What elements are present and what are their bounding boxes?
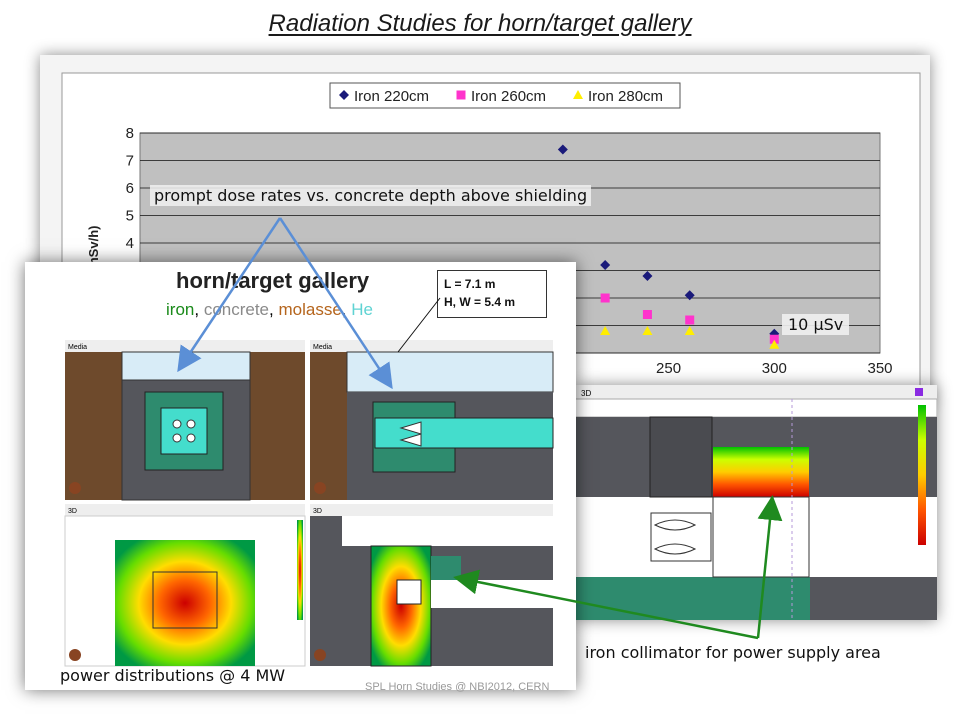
legend-entry: Iron 220cm: [354, 88, 429, 105]
gallery-panel: Media Media 3D 3D: [25, 262, 576, 690]
svg-text:Media: Media: [68, 344, 87, 351]
viewport-top-right: Media: [310, 340, 554, 500]
legend-entry: Iron 260cm: [471, 88, 546, 105]
color-scale: [918, 405, 926, 545]
svg-text:Media: Media: [313, 344, 332, 351]
material-iron: iron: [166, 300, 195, 319]
data-point: [685, 315, 695, 325]
y-tick-label: 6: [126, 180, 134, 197]
dose-rate-annotation: prompt dose rates vs. concrete depth abo…: [150, 185, 592, 206]
material-helium: He: [351, 300, 373, 319]
dimension-length: L = 7.1 m: [444, 277, 496, 291]
legend-entry: Iron 280cm: [588, 88, 663, 105]
y-tick-label: 5: [126, 208, 134, 225]
slide-title: Radiation Studies for horn/target galler…: [268, 10, 692, 37]
data-point: [600, 293, 610, 303]
collimator-heat-region: [713, 447, 809, 497]
y-tick-label: 8: [126, 125, 134, 142]
power-annotation: power distributions @ 4 MW: [60, 666, 286, 685]
gallery-title: horn/target gallery: [176, 268, 370, 293]
material-molasse: molasse: [278, 300, 342, 319]
usv-level-label: 10 µSv: [782, 314, 850, 335]
svg-text:3D: 3D: [68, 508, 77, 515]
viewport-top-left: Media: [65, 340, 305, 501]
dimension-height-width: H, W = 5.4 m: [444, 295, 516, 309]
svg-text:3D: 3D: [313, 508, 322, 515]
x-tick-label: 300: [762, 360, 787, 377]
viewport-tag: 3D: [581, 389, 591, 398]
y-tick-label: 7: [126, 153, 134, 170]
legend-marker: [456, 90, 466, 100]
collimator-view: 3D: [574, 385, 938, 620]
x-tick-label: 350: [867, 360, 892, 377]
viewport-bottom-left: 3D: [64, 504, 306, 667]
data-point: [642, 310, 652, 319]
dimensions-box: L = 7.1 m H, W = 5.4 m: [437, 270, 547, 318]
y-tick-label: 4: [126, 235, 134, 252]
collimator-annotation: iron collimator for power supply area: [585, 643, 881, 662]
x-tick-label: 250: [656, 360, 681, 377]
gallery-views: Media Media 3D 3D: [64, 340, 554, 667]
materials-legend: iron, concrete, molasse, He: [166, 300, 373, 319]
slide-footer: SPL Horn Studies @ NBI2012, CERN: [365, 681, 550, 693]
viewport-marker-icon: [915, 388, 923, 396]
collimator-panel: 3D: [574, 385, 938, 620]
chart-legend: Iron 220cm Iron 260cm Iron 280cm: [329, 82, 681, 109]
viewport-bottom-right: 3D: [310, 504, 553, 667]
viewport-toolbar: [575, 385, 937, 399]
material-concrete: concrete: [203, 300, 270, 319]
